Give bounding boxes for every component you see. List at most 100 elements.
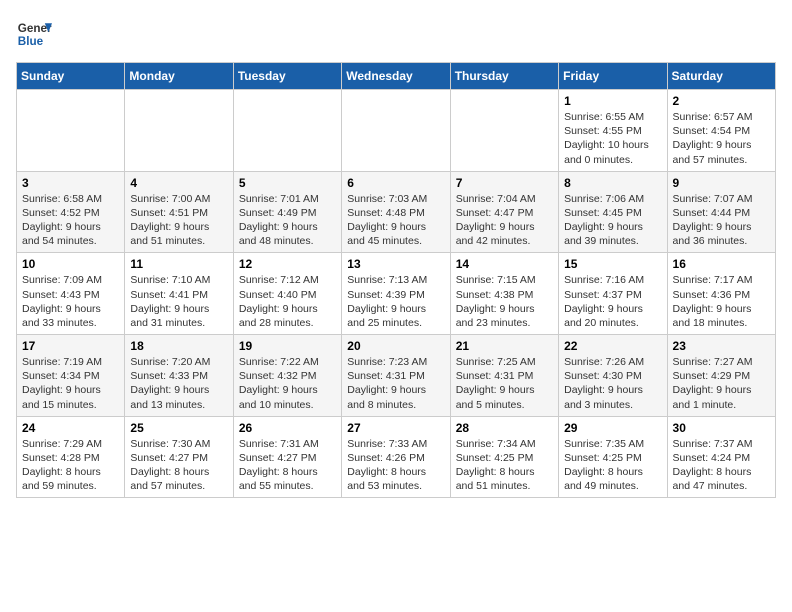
day-number: 5 — [239, 176, 336, 190]
calendar-cell: 30 Sunrise: 7:37 AMSunset: 4:24 PMDayligh… — [667, 416, 775, 498]
day-info: Sunrise: 7:20 AMSunset: 4:33 PMDaylight:… — [130, 355, 227, 412]
calendar-cell: 18 Sunrise: 7:20 AMSunset: 4:33 PMDayligh… — [125, 335, 233, 417]
calendar-cell: 23 Sunrise: 7:27 AMSunset: 4:29 PMDayligh… — [667, 335, 775, 417]
week-row-2: 3 Sunrise: 6:58 AMSunset: 4:52 PMDaylight… — [17, 171, 776, 253]
day-info: Sunrise: 7:10 AMSunset: 4:41 PMDaylight:… — [130, 273, 227, 330]
calendar-cell: 12Sunrise: 7:12 AMSunset: 4:40 PMDayligh… — [233, 253, 341, 335]
calendar-cell: 17 Sunrise: 7:19 AMSunset: 4:34 PMDayligh… — [17, 335, 125, 417]
day-info: Sunrise: 7:15 AMSunset: 4:38 PMDaylight:… — [456, 273, 553, 330]
header: General Blue — [16, 16, 776, 52]
day-number: 23 — [673, 339, 770, 353]
logo: General Blue — [16, 16, 56, 52]
calendar-cell — [342, 90, 450, 172]
day-info: Sunrise: 7:23 AMSunset: 4:31 PMDaylight:… — [347, 355, 444, 412]
day-info: Sunrise: 7:09 AMSunset: 4:43 PMDaylight:… — [22, 273, 119, 330]
calendar-cell: 29 Sunrise: 7:35 AMSunset: 4:25 PMDayligh… — [559, 416, 667, 498]
day-number: 7 — [456, 176, 553, 190]
day-number: 24 — [22, 421, 119, 435]
header-cell-friday: Friday — [559, 63, 667, 90]
day-number: 21 — [456, 339, 553, 353]
day-number: 10 — [22, 257, 119, 271]
calendar-cell: 5Sunrise: 7:01 AMSunset: 4:49 PMDaylight… — [233, 171, 341, 253]
header-cell-saturday: Saturday — [667, 63, 775, 90]
calendar-cell: 28Sunrise: 7:34 AMSunset: 4:25 PMDayligh… — [450, 416, 558, 498]
day-info: Sunrise: 7:27 AMSunset: 4:29 PMDaylight:… — [673, 355, 770, 412]
calendar-cell: 24 Sunrise: 7:29 AMSunset: 4:28 PMDayligh… — [17, 416, 125, 498]
week-row-4: 17 Sunrise: 7:19 AMSunset: 4:34 PMDayligh… — [17, 335, 776, 417]
calendar-cell: 14 Sunrise: 7:15 AMSunset: 4:38 PMDayligh… — [450, 253, 558, 335]
day-number: 19 — [239, 339, 336, 353]
day-number: 30 — [673, 421, 770, 435]
calendar-cell: 10 Sunrise: 7:09 AMSunset: 4:43 PMDayligh… — [17, 253, 125, 335]
week-row-5: 24 Sunrise: 7:29 AMSunset: 4:28 PMDayligh… — [17, 416, 776, 498]
calendar-cell — [233, 90, 341, 172]
week-row-1: 1Sunrise: 6:55 AMSunset: 4:55 PMDaylight… — [17, 90, 776, 172]
day-number: 29 — [564, 421, 661, 435]
calendar-cell: 26 Sunrise: 7:31 AMSunset: 4:27 PMDayligh… — [233, 416, 341, 498]
header-cell-monday: Monday — [125, 63, 233, 90]
day-info: Sunrise: 7:31 AMSunset: 4:27 PMDaylight:… — [239, 437, 336, 494]
day-number: 27 — [347, 421, 444, 435]
day-number: 26 — [239, 421, 336, 435]
day-info: Sunrise: 7:17 AMSunset: 4:36 PMDaylight:… — [673, 273, 770, 330]
day-info: Sunrise: 7:25 AMSunset: 4:31 PMDaylight:… — [456, 355, 553, 412]
calendar-cell: 2 Sunrise: 6:57 AMSunset: 4:54 PMDaylight… — [667, 90, 775, 172]
calendar-cell: 22Sunrise: 7:26 AMSunset: 4:30 PMDayligh… — [559, 335, 667, 417]
day-info: Sunrise: 7:04 AMSunset: 4:47 PMDaylight:… — [456, 192, 553, 249]
day-number: 3 — [22, 176, 119, 190]
calendar-cell — [125, 90, 233, 172]
calendar-cell: 13 Sunrise: 7:13 AMSunset: 4:39 PMDayligh… — [342, 253, 450, 335]
calendar-cell: 27 Sunrise: 7:33 AMSunset: 4:26 PMDayligh… — [342, 416, 450, 498]
day-number: 17 — [22, 339, 119, 353]
day-number: 2 — [673, 94, 770, 108]
day-number: 20 — [347, 339, 444, 353]
calendar-cell: 7 Sunrise: 7:04 AMSunset: 4:47 PMDaylight… — [450, 171, 558, 253]
calendar-cell: 8 Sunrise: 7:06 AMSunset: 4:45 PMDaylight… — [559, 171, 667, 253]
day-info: Sunrise: 7:19 AMSunset: 4:34 PMDaylight:… — [22, 355, 119, 412]
calendar-table: SundayMondayTuesdayWednesdayThursdayFrid… — [16, 62, 776, 498]
calendar-cell: 6 Sunrise: 7:03 AMSunset: 4:48 PMDaylight… — [342, 171, 450, 253]
calendar-cell: 20 Sunrise: 7:23 AMSunset: 4:31 PMDayligh… — [342, 335, 450, 417]
day-number: 22 — [564, 339, 661, 353]
svg-text:Blue: Blue — [18, 35, 44, 48]
day-info: Sunrise: 7:07 AMSunset: 4:44 PMDaylight:… — [673, 192, 770, 249]
day-info: Sunrise: 7:06 AMSunset: 4:45 PMDaylight:… — [564, 192, 661, 249]
calendar-cell — [450, 90, 558, 172]
day-info: Sunrise: 7:16 AMSunset: 4:37 PMDaylight:… — [564, 273, 661, 330]
day-number: 13 — [347, 257, 444, 271]
day-number: 25 — [130, 421, 227, 435]
header-cell-sunday: Sunday — [17, 63, 125, 90]
calendar-cell: 3 Sunrise: 6:58 AMSunset: 4:52 PMDaylight… — [17, 171, 125, 253]
day-number: 14 — [456, 257, 553, 271]
header-row: SundayMondayTuesdayWednesdayThursdayFrid… — [17, 63, 776, 90]
day-number: 18 — [130, 339, 227, 353]
day-number: 8 — [564, 176, 661, 190]
calendar-cell — [17, 90, 125, 172]
header-cell-thursday: Thursday — [450, 63, 558, 90]
day-info: Sunrise: 7:12 AMSunset: 4:40 PMDaylight:… — [239, 273, 336, 330]
day-info: Sunrise: 7:34 AMSunset: 4:25 PMDaylight:… — [456, 437, 553, 494]
calendar-cell: 15 Sunrise: 7:16 AMSunset: 4:37 PMDayligh… — [559, 253, 667, 335]
day-number: 6 — [347, 176, 444, 190]
calendar-cell: 11 Sunrise: 7:10 AMSunset: 4:41 PMDayligh… — [125, 253, 233, 335]
calendar-cell: 19Sunrise: 7:22 AMSunset: 4:32 PMDayligh… — [233, 335, 341, 417]
week-row-3: 10 Sunrise: 7:09 AMSunset: 4:43 PMDayligh… — [17, 253, 776, 335]
day-info: Sunrise: 7:37 AMSunset: 4:24 PMDaylight:… — [673, 437, 770, 494]
calendar-cell: 21 Sunrise: 7:25 AMSunset: 4:31 PMDayligh… — [450, 335, 558, 417]
day-info: Sunrise: 7:03 AMSunset: 4:48 PMDaylight:… — [347, 192, 444, 249]
day-info: Sunrise: 7:35 AMSunset: 4:25 PMDaylight:… — [564, 437, 661, 494]
calendar-cell: 4Sunrise: 7:00 AMSunset: 4:51 PMDaylight… — [125, 171, 233, 253]
day-info: Sunrise: 6:55 AMSunset: 4:55 PMDaylight:… — [564, 110, 661, 167]
calendar-cell: 9 Sunrise: 7:07 AMSunset: 4:44 PMDaylight… — [667, 171, 775, 253]
header-cell-wednesday: Wednesday — [342, 63, 450, 90]
day-info: Sunrise: 7:29 AMSunset: 4:28 PMDaylight:… — [22, 437, 119, 494]
day-info: Sunrise: 6:57 AMSunset: 4:54 PMDaylight:… — [673, 110, 770, 167]
day-number: 15 — [564, 257, 661, 271]
calendar-cell: 25Sunrise: 7:30 AMSunset: 4:27 PMDayligh… — [125, 416, 233, 498]
day-info: Sunrise: 7:13 AMSunset: 4:39 PMDaylight:… — [347, 273, 444, 330]
day-number: 11 — [130, 257, 227, 271]
day-info: Sunrise: 6:58 AMSunset: 4:52 PMDaylight:… — [22, 192, 119, 249]
day-number: 9 — [673, 176, 770, 190]
calendar-cell: 1Sunrise: 6:55 AMSunset: 4:55 PMDaylight… — [559, 90, 667, 172]
day-info: Sunrise: 7:33 AMSunset: 4:26 PMDaylight:… — [347, 437, 444, 494]
